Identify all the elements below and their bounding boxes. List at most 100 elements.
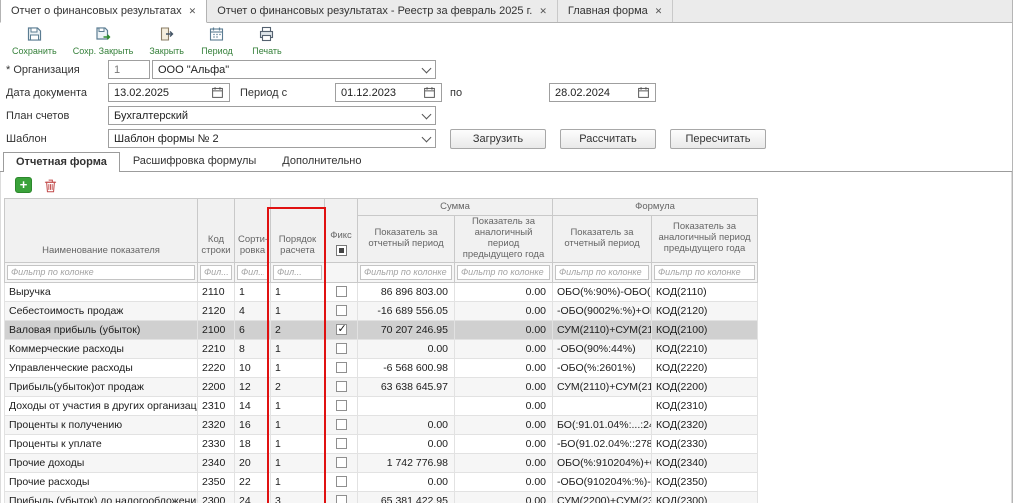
cell-calc-order[interactable]: 1 (271, 358, 325, 377)
cell-formula-report[interactable]: -БО(91.02.04%::278... (553, 434, 652, 453)
template-field[interactable]: Шаблон формы № 2 (108, 129, 436, 148)
cell-formula-report[interactable]: СУМ(2110)+СУМ(21... (553, 320, 652, 339)
cell-fix[interactable] (325, 377, 358, 396)
fix-checkbox[interactable] (336, 457, 347, 468)
cell-sort[interactable]: 6 (235, 320, 271, 339)
cell-name[interactable]: Доходы от участия в других организаци... (5, 396, 198, 415)
fix-checkbox[interactable] (336, 438, 347, 449)
period-from-field[interactable]: 01.12.2023 (335, 83, 442, 102)
fix-checkbox[interactable] (336, 495, 347, 503)
calendar-icon[interactable] (423, 86, 436, 99)
add-row-button[interactable]: + (15, 177, 32, 193)
cell-calc-order[interactable]: 2 (271, 320, 325, 339)
cell-name[interactable]: Прочие расходы (5, 472, 198, 491)
table-row[interactable]: Прочие расходы23502210.000.00-ОБО(910204… (5, 472, 758, 491)
cell-name[interactable]: Валовая прибыль (убыток) (5, 320, 198, 339)
fix-checkbox[interactable] (336, 476, 347, 487)
cell-fix[interactable] (325, 339, 358, 358)
cell-calc-order[interactable]: 1 (271, 434, 325, 453)
fix-checkbox[interactable] (336, 305, 347, 316)
cell-calc-order[interactable]: 3 (271, 491, 325, 503)
chevron-down-icon[interactable] (422, 109, 432, 119)
cell-code[interactable]: 2340 (198, 453, 235, 472)
fix-checkbox[interactable] (336, 343, 347, 354)
cell-calc-order[interactable]: 1 (271, 282, 325, 301)
column-header-calc-order[interactable]: Порядок расчета (271, 199, 325, 263)
cell-sort[interactable]: 8 (235, 339, 271, 358)
tab-formula-decode[interactable]: Расшифровка формулы (120, 151, 269, 171)
close-tab-icon[interactable]: ✕ (655, 5, 663, 17)
tab-additional[interactable]: Дополнительно (269, 151, 374, 171)
column-header-fix[interactable]: Фикс (325, 199, 358, 263)
table-row[interactable]: Управленческие расходы2220101-6 568 600.… (5, 358, 758, 377)
cell-name[interactable]: Прочие доходы (5, 453, 198, 472)
cell-formula-prev[interactable]: КОД(2300) (652, 491, 758, 503)
cell-formula-report[interactable]: -ОБО(910204%:%)-С... (553, 472, 652, 491)
recalculate-button[interactable]: Пересчитать (670, 129, 766, 149)
cell-formula-report[interactable]: ОБО(%:90%)-ОБО(9... (553, 282, 652, 301)
column-header-sum-report[interactable]: Показатель за отчетный период (358, 216, 455, 263)
column-header-formula-report[interactable]: Показатель за отчетный период (553, 216, 652, 263)
cell-calc-order[interactable]: 1 (271, 472, 325, 491)
table-row[interactable]: Прибыль (убыток) до налогообложения23002… (5, 491, 758, 503)
cell-code[interactable]: 2220 (198, 358, 235, 377)
calendar-icon[interactable] (637, 86, 650, 99)
filter-input-sort[interactable] (237, 265, 268, 280)
fix-checkbox[interactable] (336, 324, 347, 335)
doc-date-field[interactable]: 13.02.2025 (108, 83, 230, 102)
cell-name[interactable]: Проценты к уплате (5, 434, 198, 453)
period-button[interactable]: Период (200, 26, 234, 56)
calendar-icon[interactable] (211, 86, 224, 99)
cell-code[interactable]: 2350 (198, 472, 235, 491)
organization-name-field[interactable]: ООО "Альфа" (152, 60, 436, 79)
filter-input-formula-report[interactable] (555, 265, 649, 280)
close-tab-icon[interactable]: ✕ (189, 5, 197, 17)
fix-checkbox[interactable] (336, 419, 347, 430)
cell-name[interactable]: Прибыль(убыток)от продаж (5, 377, 198, 396)
print-button[interactable]: Печать (250, 26, 284, 56)
calculate-button[interactable]: Рассчитать (560, 129, 656, 149)
filter-input-order[interactable] (273, 265, 322, 280)
column-header-sum-prev[interactable]: Показатель за аналогичный период предыду… (455, 216, 553, 263)
cell-code[interactable]: 2120 (198, 301, 235, 320)
cell-sum-prev[interactable]: 0.00 (455, 434, 553, 453)
filter-input-sum-prev[interactable] (457, 265, 550, 280)
cell-formula-prev[interactable]: КОД(2320) (652, 415, 758, 434)
cell-sort[interactable]: 12 (235, 377, 271, 396)
cell-formula-report[interactable]: БО(:91.01.04%:...:245... (553, 415, 652, 434)
cell-sort[interactable]: 22 (235, 472, 271, 491)
chevron-down-icon[interactable] (422, 132, 432, 142)
cell-fix[interactable] (325, 434, 358, 453)
cell-code[interactable]: 2210 (198, 339, 235, 358)
cell-sum-report[interactable]: -16 689 556.05 (358, 301, 455, 320)
filter-input-formula-prev[interactable] (654, 265, 755, 280)
cell-sum-prev[interactable]: 0.00 (455, 320, 553, 339)
cell-sum-report[interactable]: 63 638 645.97 (358, 377, 455, 396)
cell-sum-prev[interactable]: 0.00 (455, 339, 553, 358)
fix-checkbox[interactable] (336, 362, 347, 373)
save-button[interactable]: Сохранить (12, 26, 57, 56)
cell-fix[interactable] (325, 396, 358, 415)
cell-formula-prev[interactable]: КОД(2350) (652, 472, 758, 491)
column-header-formula-prev[interactable]: Показатель за аналогичный период предыду… (652, 216, 758, 263)
cell-sum-prev[interactable]: 0.00 (455, 472, 553, 491)
cell-code[interactable]: 2310 (198, 396, 235, 415)
column-header-name[interactable]: Наименование показателя (5, 199, 198, 263)
cell-fix[interactable] (325, 491, 358, 503)
cell-code[interactable]: 2330 (198, 434, 235, 453)
cell-sum-prev[interactable]: 0.00 (455, 396, 553, 415)
cell-calc-order[interactable]: 1 (271, 415, 325, 434)
organization-code-field[interactable]: 1 (108, 60, 150, 79)
cell-calc-order[interactable]: 1 (271, 453, 325, 472)
cell-sum-prev[interactable]: 0.00 (455, 282, 553, 301)
table-row[interactable]: Прибыль(убыток)от продаж220012263 638 64… (5, 377, 758, 396)
cell-sort[interactable]: 18 (235, 434, 271, 453)
cell-fix[interactable] (325, 301, 358, 320)
cell-fix[interactable] (325, 320, 358, 339)
cell-sum-report[interactable]: 0.00 (358, 472, 455, 491)
cell-fix[interactable] (325, 358, 358, 377)
cell-calc-order[interactable]: 1 (271, 301, 325, 320)
cell-formula-report[interactable]: СУМ(2110)+СУМ(21... (553, 377, 652, 396)
cell-sum-report[interactable]: 65 381 422.95 (358, 491, 455, 503)
cell-sort[interactable]: 14 (235, 396, 271, 415)
